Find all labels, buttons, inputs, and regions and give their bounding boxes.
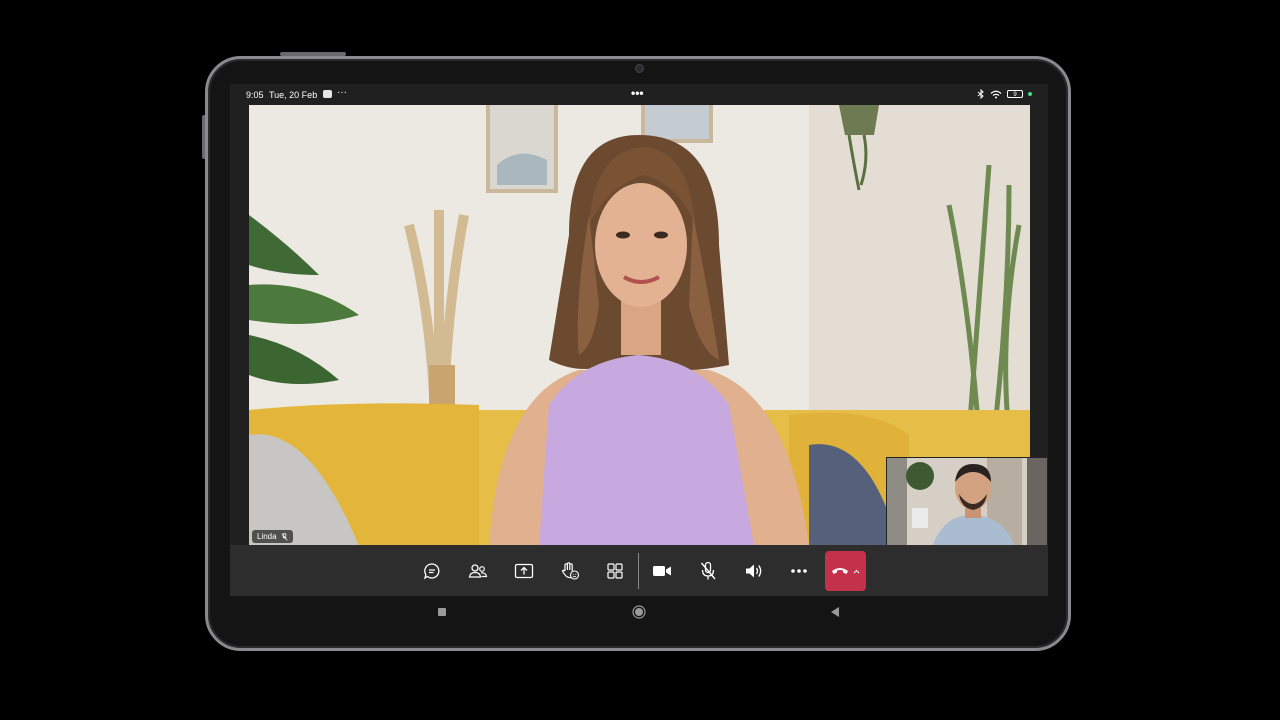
home-button[interactable] — [631, 604, 647, 620]
recents-button[interactable] — [434, 604, 450, 620]
status-time: 9:05 — [246, 90, 264, 100]
raise-hand-icon — [561, 562, 580, 580]
view-layout-button[interactable] — [596, 552, 634, 590]
back-button[interactable] — [827, 604, 843, 620]
call-controls-toolbar — [230, 545, 1048, 596]
hang-up-icon — [832, 568, 848, 574]
back-icon — [831, 607, 839, 617]
wifi-icon — [990, 90, 1002, 98]
chat-button[interactable] — [413, 552, 451, 590]
people-icon — [468, 564, 488, 578]
people-button[interactable] — [459, 552, 497, 590]
self-view-illustration — [887, 458, 1047, 545]
battery-level: 9 — [1013, 92, 1017, 98]
front-camera — [635, 64, 644, 73]
home-icon — [632, 605, 646, 619]
bluetooth-icon — [977, 89, 984, 99]
microphone-muted-icon — [700, 561, 716, 580]
participant-name: Linda — [257, 532, 277, 541]
battery-icon: 9 — [1007, 90, 1023, 98]
microphone-toggle-button[interactable] — [689, 552, 727, 590]
raise-hand-button[interactable] — [551, 552, 589, 590]
camera-in-use-dot — [1028, 92, 1032, 96]
tablet-screen: 9:05 Tue, 20 Feb ··· ••• 9 Linda — [230, 84, 1048, 596]
multiwindow-handle-icon[interactable]: ••• — [631, 86, 644, 100]
chat-icon — [424, 563, 440, 580]
more-notifications-icon: ··· — [337, 87, 347, 98]
chevron-up-icon — [853, 569, 860, 573]
participant-name-tag: Linda — [252, 530, 293, 543]
toolbar-divider — [638, 553, 639, 589]
speaker-button[interactable] — [735, 552, 773, 590]
more-options-icon — [791, 569, 807, 573]
self-view-video[interactable] — [886, 457, 1048, 546]
share-screen-button[interactable] — [505, 552, 543, 590]
speaker-icon — [746, 564, 762, 578]
status-date: Tue, 20 Feb — [269, 90, 318, 100]
video-camera-icon — [653, 566, 671, 576]
camera-toggle-button[interactable] — [643, 552, 681, 590]
status-bar: 9:05 Tue, 20 Feb ··· ••• 9 — [230, 84, 1048, 105]
notification-app-icon — [323, 90, 332, 98]
system-navigation-bar — [230, 596, 1048, 628]
recents-icon — [438, 608, 446, 616]
more-options-button[interactable] — [780, 552, 818, 590]
share-screen-icon — [514, 563, 534, 579]
view-layout-icon — [607, 563, 623, 579]
mic-muted-icon — [281, 532, 288, 541]
status-icons: 9 — [977, 89, 1032, 99]
end-call-button[interactable] — [825, 551, 866, 591]
